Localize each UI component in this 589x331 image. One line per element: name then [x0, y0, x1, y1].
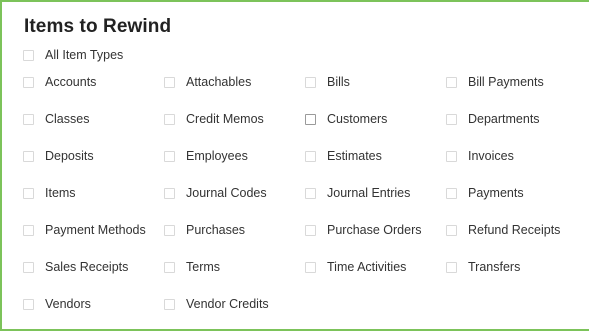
- item-option-terms[interactable]: Terms: [164, 256, 305, 278]
- item-label: Vendor Credits: [186, 297, 269, 311]
- item-label: Transfers: [468, 260, 521, 274]
- item-label: Payments: [468, 186, 524, 200]
- checkbox[interactable]: [164, 298, 175, 310]
- checkbox[interactable]: [164, 261, 175, 273]
- item-label: Journal Entries: [327, 186, 411, 200]
- checkbox[interactable]: [446, 261, 457, 273]
- checkbox[interactable]: [305, 261, 316, 273]
- item-label: Customers: [327, 112, 388, 126]
- item-option-bills[interactable]: Bills: [305, 71, 446, 93]
- item-option-purchases[interactable]: Purchases: [164, 219, 305, 241]
- checkbox[interactable]: [23, 224, 34, 236]
- item-option-estimates[interactable]: Estimates: [305, 145, 446, 167]
- item-label: Vendors: [45, 297, 91, 311]
- checkbox[interactable]: [305, 187, 316, 199]
- item-option-employees[interactable]: Employees: [164, 145, 305, 167]
- item-option-bill-payments[interactable]: Bill Payments: [446, 71, 589, 93]
- item-option-customers[interactable]: Customers: [305, 108, 446, 130]
- item-type-grid: Accounts Attachables Bills Bill Payments…: [23, 71, 589, 330]
- checkbox[interactable]: [446, 150, 457, 162]
- item-option-attachables[interactable]: Attachables: [164, 71, 305, 93]
- item-option-sales-receipts[interactable]: Sales Receipts: [23, 256, 164, 278]
- checkbox[interactable]: [305, 150, 316, 162]
- item-label: Attachables: [186, 75, 252, 89]
- checkbox[interactable]: [446, 224, 457, 236]
- checkbox[interactable]: [446, 113, 457, 125]
- checkbox[interactable]: [23, 298, 34, 310]
- checkbox[interactable]: [23, 76, 34, 88]
- item-label: Bills: [327, 75, 350, 89]
- checkbox[interactable]: [164, 224, 175, 236]
- item-label: Departments: [468, 112, 540, 126]
- item-label: Journal Codes: [186, 186, 267, 200]
- item-option-journal-codes[interactable]: Journal Codes: [164, 182, 305, 204]
- item-label: Purchase Orders: [327, 223, 422, 237]
- checkbox[interactable]: [305, 224, 316, 236]
- item-option-invoices[interactable]: Invoices: [446, 145, 589, 167]
- item-option-payment-methods[interactable]: Payment Methods: [23, 219, 164, 241]
- item-label: Credit Memos: [186, 112, 264, 126]
- checkbox[interactable]: [446, 187, 457, 199]
- checkbox[interactable]: [305, 76, 316, 88]
- item-option-transfers[interactable]: Transfers: [446, 256, 589, 278]
- checkbox[interactable]: [164, 113, 175, 125]
- item-option-deposits[interactable]: Deposits: [23, 145, 164, 167]
- item-option-items[interactable]: Items: [23, 182, 164, 204]
- item-option-departments[interactable]: Departments: [446, 108, 589, 130]
- section-title: Items to Rewind: [24, 16, 172, 37]
- item-label: Time Activities: [327, 260, 407, 274]
- item-label: Terms: [186, 260, 221, 274]
- checkbox[interactable]: [23, 187, 34, 199]
- all-item-types-option[interactable]: All Item Types: [23, 44, 123, 66]
- checkbox[interactable]: [23, 150, 34, 162]
- item-label: Accounts: [45, 75, 97, 89]
- item-option-journal-entries[interactable]: Journal Entries: [305, 182, 446, 204]
- checkbox[interactable]: [164, 187, 175, 199]
- item-label: Refund Receipts: [468, 223, 561, 237]
- item-option-purchase-orders[interactable]: Purchase Orders: [305, 219, 446, 241]
- item-option-refund-receipts[interactable]: Refund Receipts: [446, 219, 589, 241]
- item-label: Bill Payments: [468, 75, 544, 89]
- all-item-types-checkbox[interactable]: [23, 49, 34, 61]
- item-label: Classes: [45, 112, 90, 126]
- checkbox[interactable]: [446, 76, 457, 88]
- item-label: Items: [45, 186, 76, 200]
- item-option-accounts[interactable]: Accounts: [23, 71, 164, 93]
- checkbox[interactable]: [23, 113, 34, 125]
- all-item-types-label: All Item Types: [45, 48, 124, 62]
- checkbox[interactable]: [305, 113, 316, 125]
- item-label: Employees: [186, 149, 248, 163]
- item-option-payments[interactable]: Payments: [446, 182, 589, 204]
- item-label: Deposits: [45, 149, 94, 163]
- item-label: Payment Methods: [45, 223, 146, 237]
- item-option-credit-memos[interactable]: Credit Memos: [164, 108, 305, 130]
- checkbox[interactable]: [164, 76, 175, 88]
- item-label: Purchases: [186, 223, 246, 237]
- items-to-rewind-panel: Items to Rewind All Item Types Accounts …: [0, 0, 589, 331]
- checkbox[interactable]: [164, 150, 175, 162]
- item-option-classes[interactable]: Classes: [23, 108, 164, 130]
- item-option-vendors[interactable]: Vendors: [23, 293, 164, 315]
- item-option-vendor-credits[interactable]: Vendor Credits: [164, 293, 305, 315]
- item-label: Invoices: [468, 149, 514, 163]
- item-label: Sales Receipts: [45, 260, 129, 274]
- checkbox[interactable]: [23, 261, 34, 273]
- item-label: Estimates: [327, 149, 382, 163]
- item-option-time-activities[interactable]: Time Activities: [305, 256, 446, 278]
